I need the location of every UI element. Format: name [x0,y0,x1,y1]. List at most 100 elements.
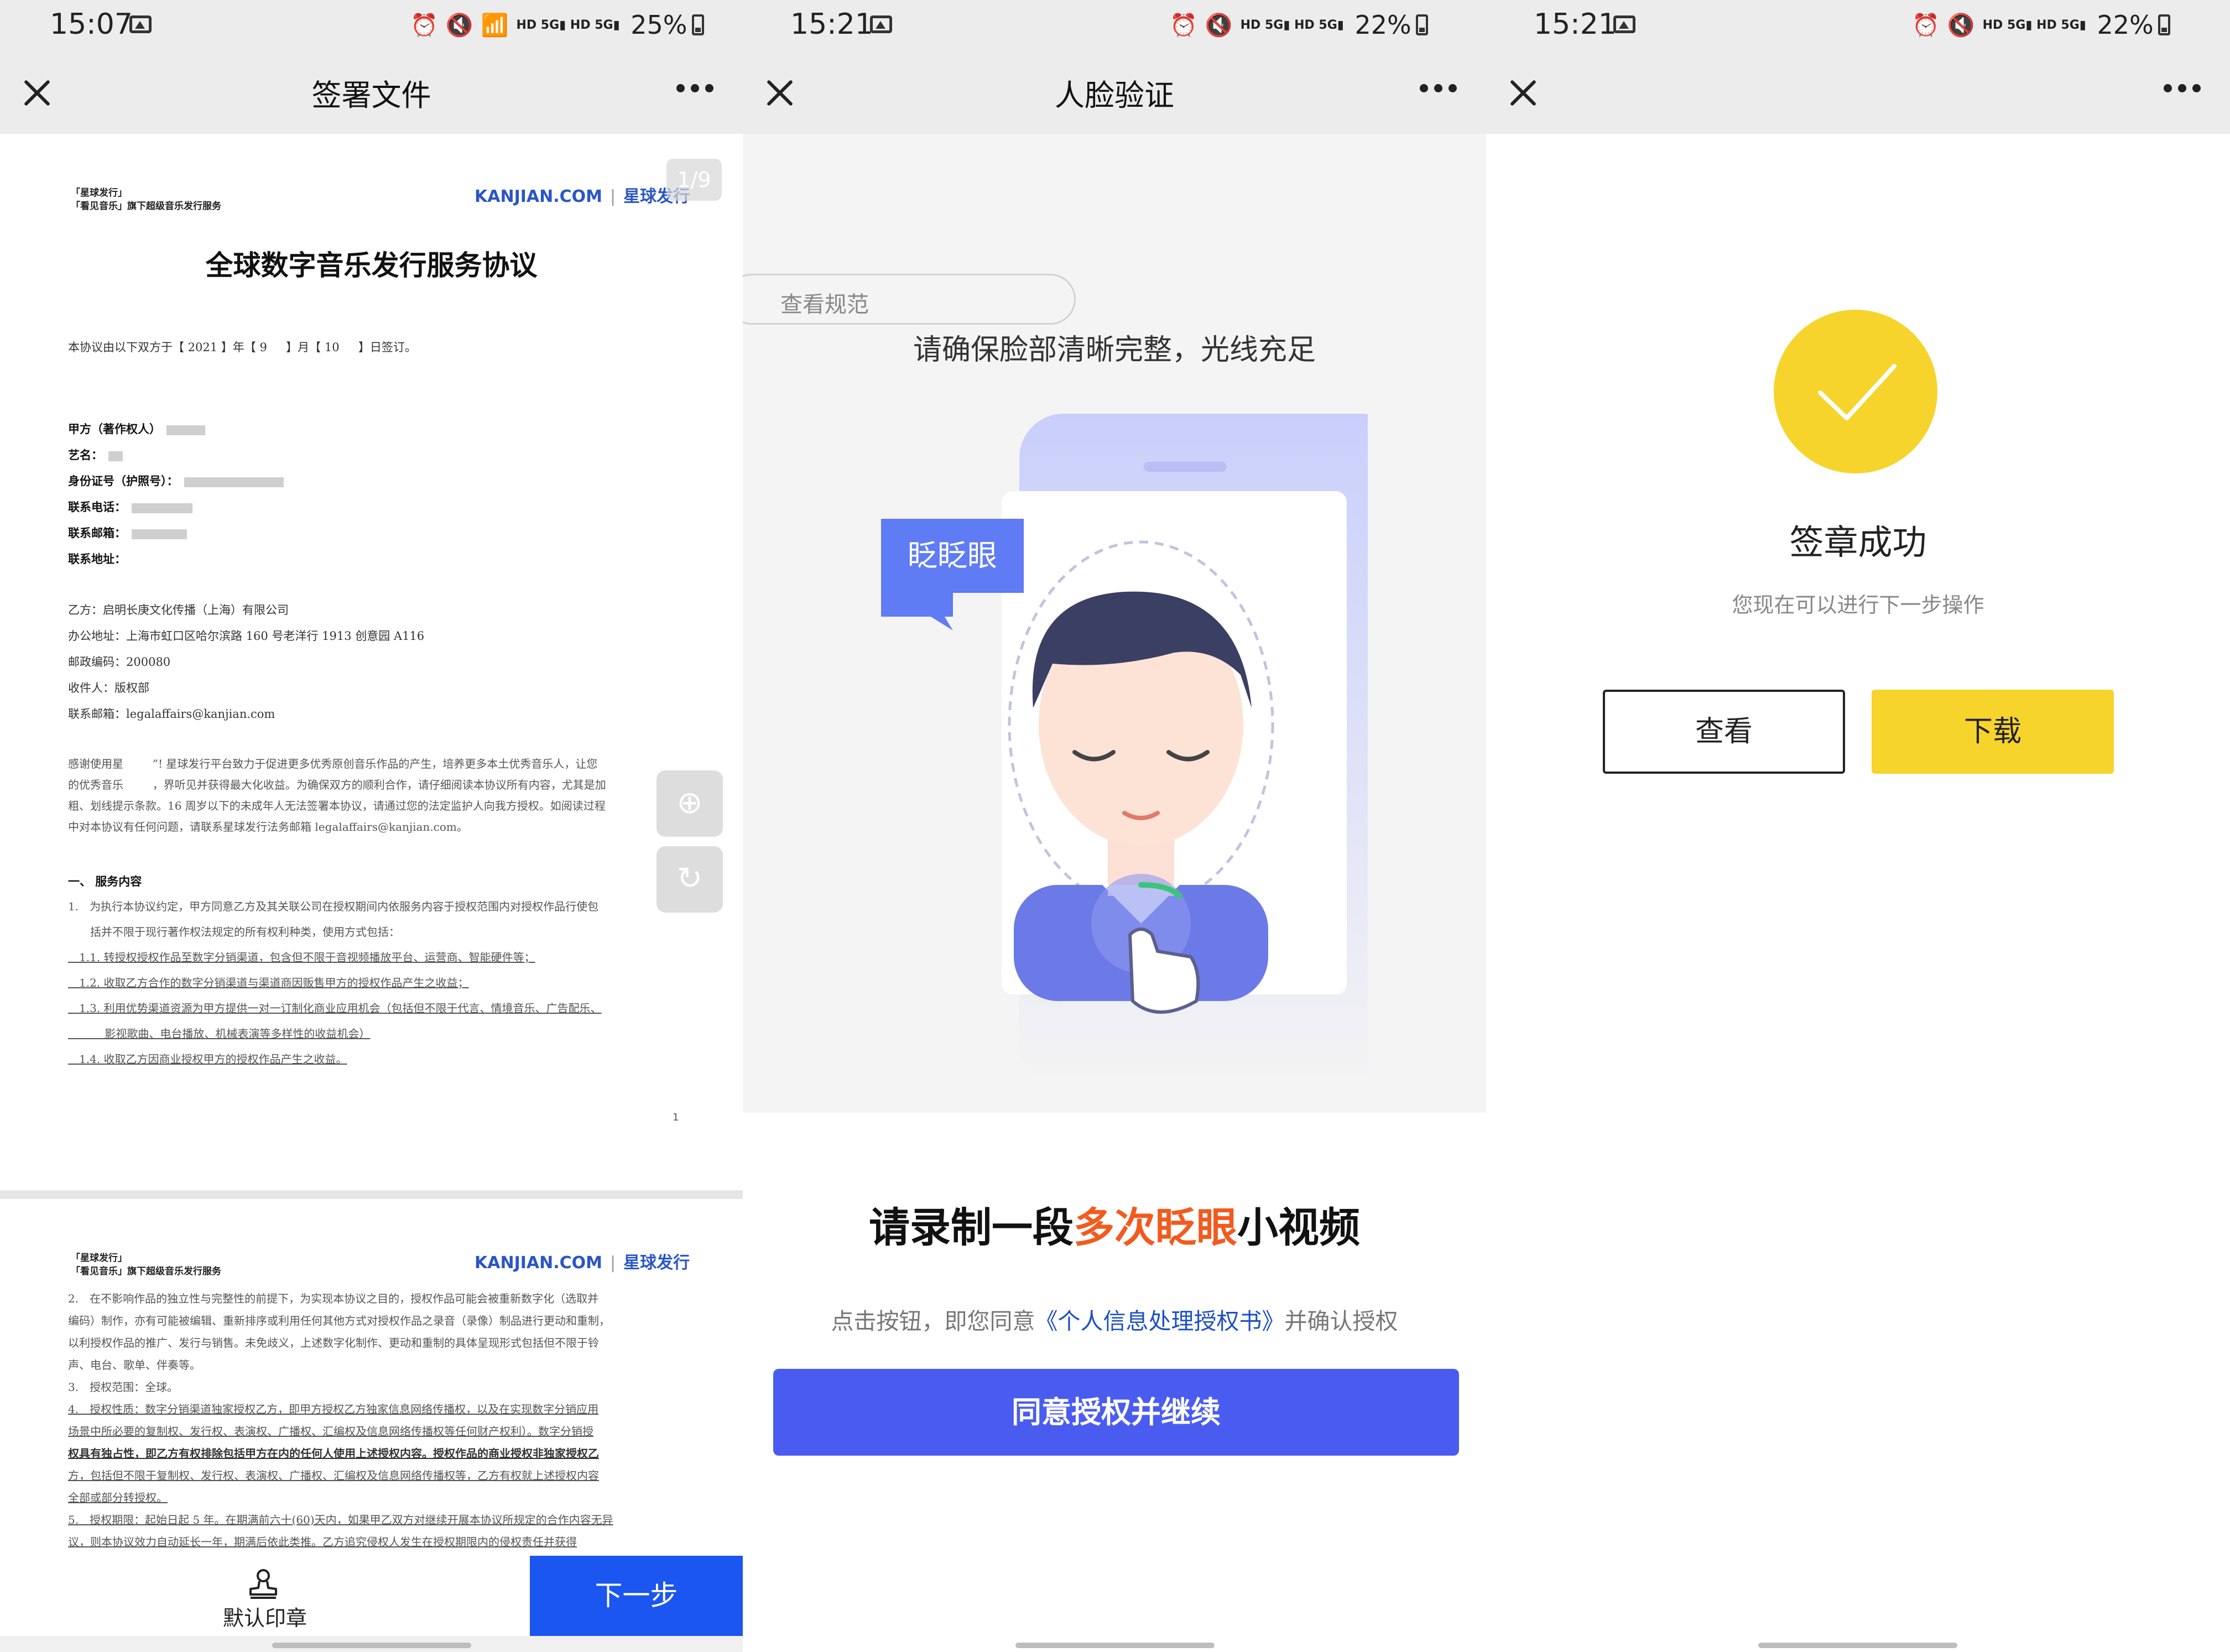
status-icons: ⏰ 🔇 HD 5G▮ HD 5G▮ 22% [1912,10,2170,40]
battery-percent: 22% [2097,10,2154,40]
page2-line: 全部或部分转授权。 [68,1491,168,1504]
face-hint: 请确保脸部清晰完整，光线充足 [913,333,1316,367]
doc-date-line: 本协议由以下双方于【 2021 】年【 9 】月【 10 】日签订。 [68,341,416,354]
page2-line: 权具有独占性，即乙方有权排除包括甲方在内的任何人使用上述授权内容。授权作品的商业… [68,1447,599,1460]
zoom-in-icon: ⊕ [676,785,703,821]
page2-line: 场景中所必要的复制权、发行权、表演权、广播权、汇编权及信息网络传播权等任何财产权… [68,1425,593,1438]
party-a-line: 甲方（著作权人） [68,420,205,437]
download-button[interactable]: 下载 [1872,690,2114,774]
intro-line: 粗、划线提示条款。16 周岁以下的未成年人无法签署本协议，请通过您的法定监护人向… [68,799,606,812]
record-instruction: 请录制一段多次眨眼小视频 [743,1195,1486,1254]
status-time: 15:21 [790,8,873,41]
page2-line: 3. 授权范围：全球。 [68,1380,179,1394]
home-indicator [272,1643,471,1648]
page2-line: 声、电台、歌单、伴奏等。 [68,1358,201,1372]
document-title: 全球数字音乐发行服务协议 [205,249,538,282]
sign-document-screen: 15:07 ⏰ 🔇 📶 HD 5G▮ HD 5G▮ 25% 签署文件 「星球发行」 「… [0,0,743,1652]
doc-header-line: 「看见音乐」旗下超级音乐发行服务 [71,201,221,212]
close-icon[interactable] [1507,77,1538,108]
headline-post: 小视频 [1237,1204,1360,1252]
doc-header-line: 「星球发行」 [71,187,127,199]
intro-line: 感谢使用星 ”! 星球发行平台致力于促进更多优秀原创音乐作品的产生，培养更多本土… [68,757,598,770]
doc-header-left: 「星球发行」 「看见音乐」旗下超级音乐发行服务 [71,186,221,213]
consent-pre: 点击按钮，即您同意 [831,1308,1035,1335]
page-footer-number: 1 [673,1112,679,1123]
section-item: 1.3. 利用优势渠道资源为甲方提供一对一订制化商业应用机会（包括但不限于代言、… [68,1002,602,1015]
gallery-icon [1613,15,1635,33]
page2-line: 议，则本协议效力自动延长一年，期满后依此类推。乙方追究侵权人发生在授权期限内的侵… [68,1535,577,1549]
doc-header-left: 「星球发行」 「看见音乐」旗下超级音乐发行服务 [71,1252,221,1278]
doc-header-line: 「看见音乐」旗下超级音乐发行服务 [71,1266,221,1277]
intro-line: 中对本协议有任何问题，请联系星球发行法务邮箱 legalaffairs@kanj… [68,820,468,833]
intro-paragraph: 感谢使用星 ”! 星球发行平台致力于促进更多优秀原创音乐作品的产生，培养更多本土… [68,753,606,837]
battery-icon [2158,14,2170,35]
nav-bar: 签署文件 [0,55,743,134]
page-title: 签署文件 [311,78,431,113]
page-divider [0,1190,743,1199]
section-item: 1.4. 收取乙方因商业授权甲方的授权作品产生之收益。 [68,1052,347,1066]
home-indicator [1758,1643,1957,1648]
page2-line: 以利授权作品的推广、发行与销售。未免歧义，上述数字化制作、更动和重制的具体呈现形… [68,1336,599,1349]
alarm-icon: ⏰ [410,12,438,38]
mute-icon: 🔇 [1947,12,1975,38]
party-a-line: 联系邮箱： [68,524,187,541]
signal-icon: HD 5G▮ HD 5G▮ [1982,18,2086,32]
mute-icon: 🔇 [445,12,473,38]
zoom-in-button[interactable]: ⊕ [657,770,723,837]
mute-icon: 🔇 [1205,12,1233,38]
headline-highlight: 多次眨眼 [1074,1204,1237,1252]
more-icon[interactable] [676,84,715,95]
success-title: 签章成功 [1789,522,1927,562]
more-icon[interactable] [2164,84,2202,95]
status-bar: 15:21 ⏰ 🔇 HD 5G▮ HD 5G▮ 22% [1486,0,2230,55]
nav-bar [1486,55,2230,134]
alarm-icon: ⏰ [1170,12,1197,38]
view-spec-button[interactable]: 查看规范 [743,274,1076,325]
party-b-line: 乙方：启明长庚文化传播（上海）有限公司 [68,603,289,617]
consent-post: 并确认授权 [1284,1308,1398,1335]
page-indicator: 1/9 [666,159,722,201]
doc-brand-logo: KANJIAN.COM | 星球发行 [475,187,690,206]
status-bar: 15:07 ⏰ 🔇 📶 HD 5G▮ HD 5G▮ 25% [0,0,743,55]
signal-icon: HD 5G▮ HD 5G▮ [516,18,620,32]
face-illustration [881,414,1368,1084]
default-stamp-button[interactable]: 默认印章 [0,1556,530,1636]
party-b-line: 办公地址：上海市虹口区哈尔滨路 160 号老洋行 1913 创意园 A116 [68,629,425,643]
doc-brand-logo: KANJIAN.COM | 星球发行 [475,1253,690,1273]
status-time: 15:21 [1534,8,1617,41]
success-badge [1774,310,1937,473]
stamp-icon [249,1569,277,1599]
sign-success-screen: 15:21 ⏰ 🔇 HD 5G▮ HD 5G▮ 22% 签章成功 您现在可以进行下一… [1486,0,2230,1652]
check-icon [1818,364,1896,420]
section-item: 影视歌曲、电台播放、机械表演等多样性的收益机会） [68,1027,371,1040]
party-b-line: 邮政编码：200080 [68,655,171,669]
page-title: 人脸验证 [1055,78,1174,113]
page2-line: 4. 授权性质：数字分销渠道独家授权乙方，即甲方授权乙方独家信息网络传播权，以及… [68,1403,599,1416]
party-a-line: 联系电话： [68,498,192,515]
section-item: 1.2. 收取乙方合作的数字分销渠道与渠道商因贩售甲方的授权作品产生之收益； [68,976,469,989]
page2-content: 2. 在不影响作品的独立性与完整性的前提下，为实现本协议之目的，授权作品可能会被… [68,1288,613,1553]
agree-continue-button[interactable]: 同意授权并继续 [773,1369,1459,1456]
consent-text: 点击按钮，即您同意《个人信息处理授权书》并确认授权 [743,1302,1486,1336]
more-icon[interactable] [1420,84,1458,95]
battery-percent: 25% [631,10,687,40]
success-subtitle: 您现在可以进行下一步操作 [1732,593,1984,617]
party-a-line: 联系地址： [68,552,126,566]
next-step-button[interactable]: 下一步 [530,1556,743,1636]
view-button[interactable]: 查看 [1603,690,1845,774]
party-a-line: 艺名： [68,446,123,463]
doc-header-line: 「星球发行」 [71,1253,127,1264]
rotate-button[interactable]: ↻ [657,846,723,913]
signal-icon: HD 5G▮ HD 5G▮ [1240,18,1344,32]
party-b-line: 收件人：版权部 [68,681,149,695]
privacy-authorization-link[interactable]: 《个人信息处理授权书》 [1035,1308,1285,1335]
gallery-icon [129,15,152,33]
document-page-2[interactable]: 「星球发行」 「看见音乐」旗下超级音乐发行服务 KANJIAN.COM | 星球发行… [0,1199,743,1556]
battery-percent: 22% [1354,10,1411,40]
wifi-icon: 📶 [481,12,509,38]
section-items: 1. 为执行本协议约定，甲方同意乙方及其关联公司在授权期间内依服务内容于授权范围… [68,894,602,1072]
status-bar: 15:21 ⏰ 🔇 HD 5G▮ HD 5G▮ 22% [743,0,1486,55]
intro-line: 的优秀音乐 ，界听见并获得最大化收益。为确保双方的顺利合作，请仔细阅读本协议所有… [68,778,606,791]
kanjian-logo: KANJIAN.COM [475,1253,602,1273]
blink-bubble: 眨眨眼 [881,519,1024,593]
